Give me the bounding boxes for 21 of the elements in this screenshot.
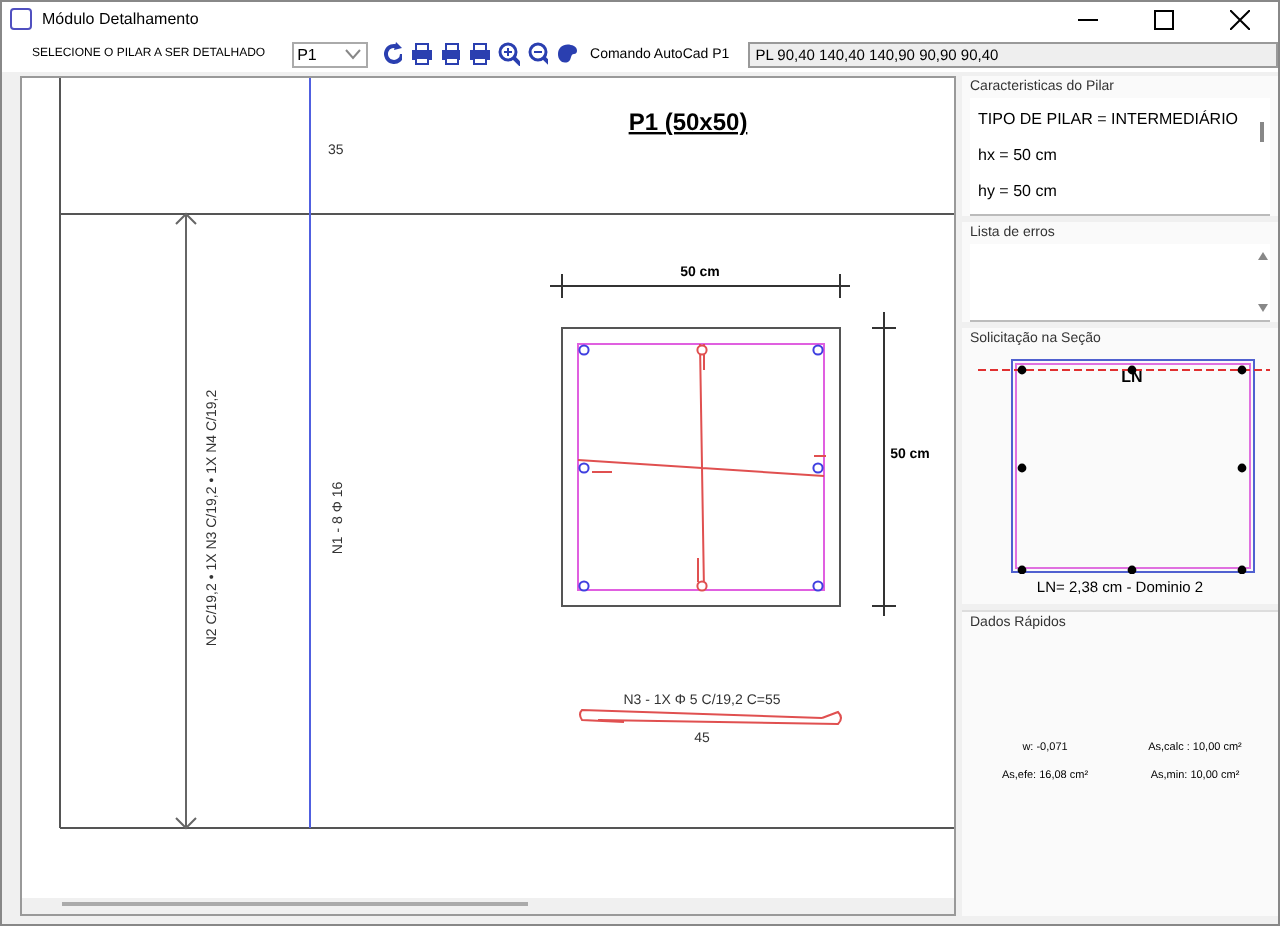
refresh-icon[interactable] — [381, 42, 403, 66]
printer-icon[interactable] — [439, 42, 461, 66]
printer-icon[interactable] — [410, 42, 432, 66]
characteristic-text: hx = 50 cm — [978, 144, 1059, 168]
printer-icon[interactable] — [468, 42, 491, 66]
characteristics-textbox[interactable]: TIPO DE PILAR = INTERMEDIÁRIO hx = 50 cm hy = 50 cm — [970, 98, 1270, 216]
characteristic-text: TIPO DE PILAR = INTERMEDIÁRIO — [978, 108, 1241, 132]
characteristic-text: hy = 50 cm — [978, 180, 1059, 204]
pillar-dropdown[interactable]: P1 — [291, 41, 368, 67]
paint-icon[interactable] — [556, 42, 579, 66]
app-icon — [10, 8, 32, 30]
zoom-out-icon[interactable] — [527, 42, 549, 66]
drawing-title: P1 (50x50) — [628, 108, 748, 136]
close-icon[interactable] — [1230, 9, 1250, 29]
caret-icon — [343, 48, 362, 60]
horizontal-scrollbar[interactable] — [22, 898, 954, 914]
maximize-icon[interactable] — [1154, 9, 1174, 29]
scroll-up-icon[interactable] — [1257, 252, 1267, 260]
scroll-down-icon[interactable] — [1257, 304, 1267, 312]
zoom-in-icon[interactable] — [498, 42, 520, 66]
window-title: Módulo Detalhamento — [42, 10, 199, 28]
